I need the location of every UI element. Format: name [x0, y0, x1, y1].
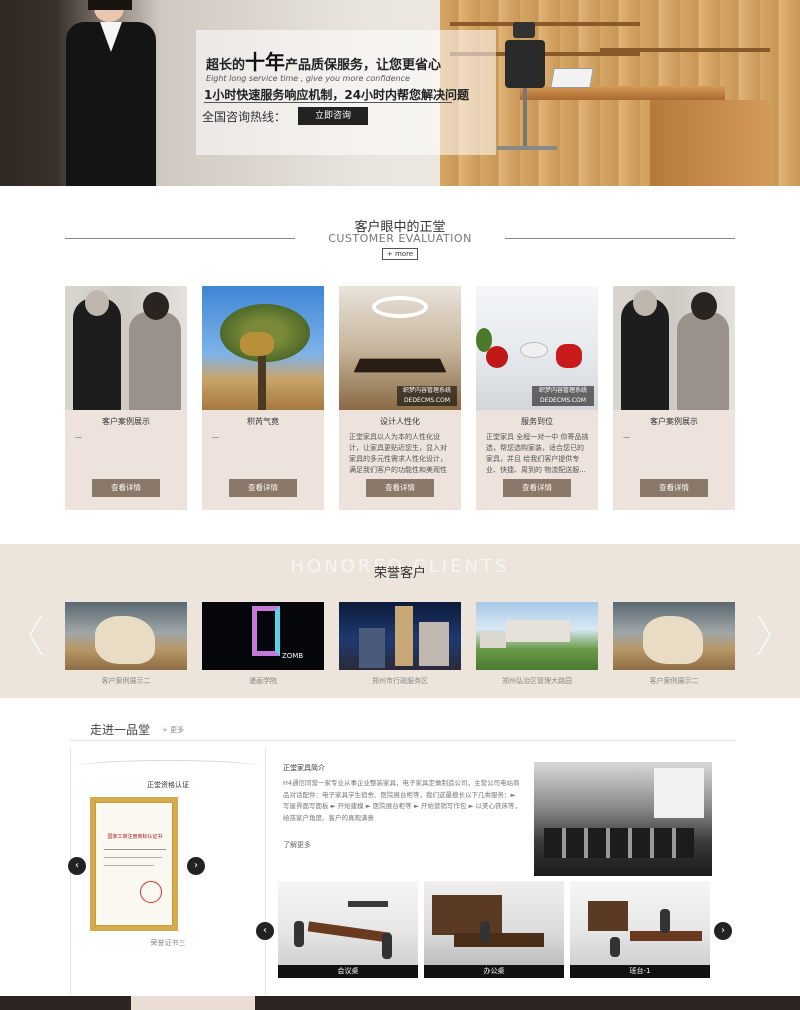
clients-next-arrow-icon[interactable] — [756, 614, 772, 656]
evaluation-cards: 客户案例展示 — 查看详情 积芮气竟 — 查看详情 织梦内容管理系统 DEDEC… — [65, 286, 735, 510]
client-image[interactable] — [65, 602, 187, 670]
product-item[interactable]: 班台-1 — [570, 881, 710, 978]
card-image[interactable]: 织梦内容管理系统 DEDECMS.COM — [476, 286, 598, 410]
hero-subtitle-en: Eight long service time , give you more … — [206, 74, 410, 83]
hero-hotline-label: 全国咨询热线： — [202, 110, 287, 124]
products-prev-icon[interactable]: ‹ — [256, 922, 274, 940]
card-description: — — [623, 433, 630, 441]
hero-laptop — [550, 68, 594, 88]
hero-office-chair — [497, 10, 557, 160]
view-details-button[interactable]: 查看详情 — [366, 479, 434, 497]
client-item[interactable]: 客户案例展示二 — [613, 602, 735, 692]
clients-prev-arrow-icon[interactable] — [28, 614, 44, 656]
evaluation-card: 织梦内容管理系统 DEDECMS.COM 设计人性化 正堂家具以人为本的人性化设… — [339, 286, 461, 510]
hero-title: 超长的十年产品质保服务，让您更省心 — [206, 50, 442, 74]
client-item[interactable]: 客户案例展示二 — [65, 602, 187, 692]
certificate-next-icon[interactable]: › — [187, 857, 205, 875]
view-details-button[interactable]: 查看详情 — [640, 479, 708, 497]
product-item[interactable]: 办公桌 — [424, 881, 564, 978]
certificate-caption: 正堂资格认证 — [147, 781, 189, 789]
card-description: 正堂家具以人为本的人性化设计，让家具更贴近您生，显入对家具的多元性需求人性化设计… — [349, 433, 447, 474]
certificate-image[interactable]: 国家工商注册商标认证书 — [90, 797, 178, 931]
hero-businesswoman — [48, 0, 156, 186]
card-image[interactable] — [202, 286, 324, 410]
evaluation-more-button[interactable]: + more — [382, 248, 418, 260]
card-title[interactable]: 客户案例展示 — [65, 416, 187, 427]
client-label[interactable]: 客户案例展示二 — [613, 676, 735, 686]
client-item[interactable]: ZOMB 漫画学院 — [202, 602, 324, 692]
product-image[interactable] — [278, 881, 418, 965]
card-title[interactable]: 积芮气竟 — [202, 416, 324, 427]
view-details-button[interactable]: 查看详情 — [229, 479, 297, 497]
view-details-button[interactable]: 查看详情 — [503, 479, 571, 497]
client-label[interactable]: 郑州市行政服务区 — [339, 676, 461, 686]
footer-tab[interactable] — [131, 996, 255, 1010]
view-details-button[interactable]: 查看详情 — [92, 479, 160, 497]
client-image[interactable] — [339, 602, 461, 670]
hero-banner: 超长的十年产品质保服务，让您更省心 Eight long service tim… — [0, 0, 800, 186]
intro-text: H4通信同营一家专业从事企业整装家具，电子家具定做制造公司，主营公司电站商品对话… — [283, 779, 522, 822]
image-watermark: 织梦内容管理系统 DEDECMS.COM — [532, 386, 594, 406]
client-label[interactable]: 郑州弘治区管理大路园 — [476, 676, 598, 686]
certificate-label[interactable]: 荣誉证书三 — [70, 938, 266, 948]
intro-title: 正堂家具简介 — [283, 764, 325, 772]
office-photo — [534, 762, 712, 876]
client-image[interactable]: ZOMB — [202, 602, 324, 670]
certificate-heading: 国家工商注册商标认证书 — [107, 834, 163, 840]
clients-title: 荣誉客户 — [373, 566, 426, 581]
products-next-icon[interactable]: › — [714, 922, 732, 940]
client-image[interactable] — [613, 602, 735, 670]
hero-shelf — [600, 48, 770, 52]
hero-desk-side — [650, 100, 770, 186]
card-description: — — [212, 433, 219, 441]
evaluation-card: 客户案例展示 — 查看详情 — [613, 286, 735, 510]
hero-shelf — [450, 22, 640, 26]
client-label[interactable]: 客户案例展示二 — [65, 676, 187, 686]
certificate-ornament — [76, 760, 260, 774]
about-title: 走进一品堂 — [90, 723, 151, 737]
evaluation-card: 客户案例展示 — 查看详情 — [65, 286, 187, 510]
intro-more-link[interactable]: 了解更多 — [283, 840, 311, 850]
card-image[interactable]: 织梦内容管理系统 DEDECMS.COM — [339, 286, 461, 410]
client-image[interactable] — [476, 602, 598, 670]
card-description: 正堂家具 全程一对一中 你寄品挑选，帮您选购家装，适合您已的家具，并且 给我们客… — [486, 433, 589, 474]
product-label[interactable]: 班台-1 — [570, 965, 710, 978]
hero-service-line: 1小时快速服务响应机制，24小时内帮您解决问题 — [204, 88, 470, 102]
product-image[interactable] — [570, 881, 710, 965]
card-title[interactable]: 设计人性化 — [339, 416, 461, 427]
client-label[interactable]: 漫画学院 — [202, 676, 324, 686]
card-image[interactable] — [65, 286, 187, 410]
about-divider — [70, 740, 736, 741]
image-watermark: 织梦内容管理系统 DEDECMS.COM — [397, 386, 457, 406]
evaluation-title-en: CUSTOMER EVALUATION — [328, 232, 472, 245]
hero-divider — [204, 102, 452, 103]
client-item[interactable]: 郑州弘治区管理大路园 — [476, 602, 598, 692]
card-description: — — [75, 433, 82, 441]
evaluation-card: 积芮气竟 — 查看详情 — [202, 286, 324, 510]
card-title[interactable]: 客户案例展示 — [613, 416, 735, 427]
product-item[interactable]: 会议桌 — [278, 881, 418, 978]
footer-bar — [0, 996, 800, 1010]
product-image[interactable] — [424, 881, 564, 965]
about-more-link[interactable]: + 更多 — [162, 725, 184, 735]
client-item[interactable]: 郑州市行政服务区 — [339, 602, 461, 692]
card-title[interactable]: 服务到位 — [476, 416, 598, 427]
product-label[interactable]: 会议桌 — [278, 965, 418, 978]
product-label[interactable]: 办公桌 — [424, 965, 564, 978]
evaluation-card: 织梦内容管理系统 DEDECMS.COM 服务到位 正堂家具 全程一对一中 你寄… — [476, 286, 598, 510]
seal-icon — [140, 881, 162, 903]
neon-caption: ZOMB — [282, 652, 304, 660]
hero-desk — [520, 86, 725, 100]
card-image[interactable] — [613, 286, 735, 410]
consult-button[interactable]: 立即咨询 — [298, 107, 368, 125]
certificate-prev-icon[interactable]: ‹ — [68, 857, 86, 875]
